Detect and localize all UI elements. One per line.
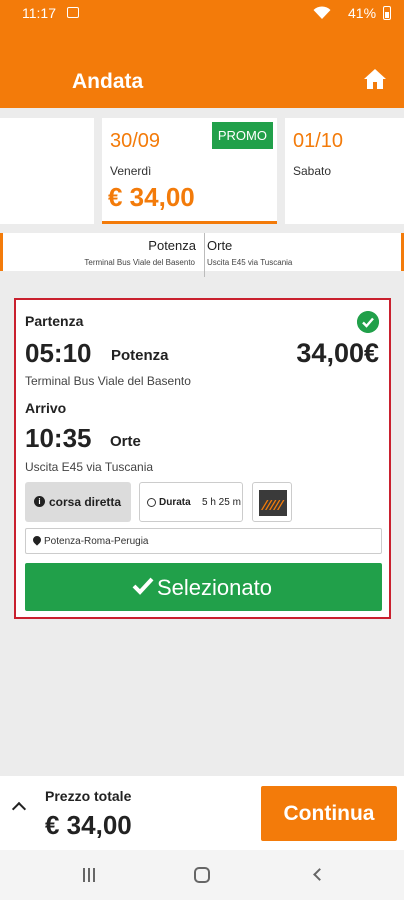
trip-price: 34,00€ xyxy=(296,338,379,368)
departure-terminal: Terminal Bus Viale del Basento xyxy=(25,374,191,388)
wifi-icon xyxy=(313,6,331,19)
arrival-city: Orte xyxy=(110,433,141,450)
departure-time: 05:10 xyxy=(25,338,92,368)
total-price-label: Prezzo totale xyxy=(45,788,132,804)
clock-icon xyxy=(147,498,156,507)
app-bar: Andata xyxy=(0,26,404,108)
total-price-value: € 34,00 xyxy=(45,810,132,840)
date-price: € 34,00 xyxy=(108,182,195,212)
date-card-previous[interactable] xyxy=(0,118,94,224)
check-circle-icon xyxy=(357,311,379,333)
battery-percent: 41% xyxy=(348,5,377,21)
duration-chip: Durata 5 h 25 m xyxy=(139,482,243,522)
home-icon[interactable] xyxy=(363,68,387,90)
date-card-next[interactable]: 01/10 Sabato xyxy=(285,118,404,224)
origin-city: Potenza xyxy=(148,238,196,253)
destination-city: Orte xyxy=(207,238,233,253)
chevron-up-icon[interactable] xyxy=(11,801,27,817)
operator-logo-icon xyxy=(259,490,287,516)
battery-icon xyxy=(383,6,391,20)
departure-city: Potenza xyxy=(111,347,169,364)
total-bar: Prezzo totale € 34,00 Continua xyxy=(0,776,404,850)
page-title: Andata xyxy=(72,70,144,93)
info-icon: i xyxy=(34,496,45,507)
date-label: 01/10 xyxy=(293,130,344,152)
destination-terminal: Uscita E45 via Tuscania xyxy=(207,258,293,267)
duration-value: 5 h 25 m xyxy=(202,497,241,508)
selected-button[interactable]: Selezionato xyxy=(25,563,382,611)
trip-card[interactable]: Partenza 05:10 Potenza 34,00€ Terminal B… xyxy=(14,298,391,619)
arrival-time: 10:35 xyxy=(25,423,92,453)
date-carousel: 30/09 PROMO Venerdì € 34,00 01/10 Sabato xyxy=(0,108,404,226)
arrival-label: Arrivo xyxy=(25,400,67,416)
promo-badge: PROMO xyxy=(211,122,273,149)
direct-trip-label: corsa diretta xyxy=(49,495,122,509)
route-name: Potenza-Roma-Perugia xyxy=(44,536,149,547)
arrival-terminal: Uscita E45 via Tuscania xyxy=(25,460,154,474)
departure-label: Partenza xyxy=(25,313,84,329)
date-label: 30/09 xyxy=(110,130,161,152)
date-card-selected[interactable]: 30/09 PROMO Venerdì € 34,00 xyxy=(102,118,277,224)
selected-button-label: Selezionato xyxy=(157,575,272,600)
operator-logo xyxy=(252,482,292,522)
check-icon xyxy=(132,577,154,595)
route-summary: Potenza Terminal Bus Viale del Basento O… xyxy=(0,233,404,277)
day-label: Sabato xyxy=(293,164,332,178)
map-pin-icon xyxy=(31,534,43,546)
route-name-field: Potenza-Roma-Perugia xyxy=(25,528,382,554)
status-bar: 11:17 41% xyxy=(0,0,404,26)
image-notification-icon xyxy=(67,7,79,18)
direct-trip-chip[interactable]: i corsa diretta xyxy=(25,482,131,522)
status-time: 11:17 xyxy=(22,5,56,21)
continue-button[interactable]: Continua xyxy=(261,786,397,841)
system-nav-bar xyxy=(0,850,404,900)
recents-icon[interactable] xyxy=(81,868,97,882)
route-divider xyxy=(204,233,205,277)
day-label: Venerdì xyxy=(110,164,152,178)
back-icon[interactable] xyxy=(313,868,326,881)
origin-terminal: Terminal Bus Viale del Basento xyxy=(84,258,195,267)
home-nav-icon[interactable] xyxy=(194,867,210,883)
duration-label: Durata xyxy=(159,497,191,508)
